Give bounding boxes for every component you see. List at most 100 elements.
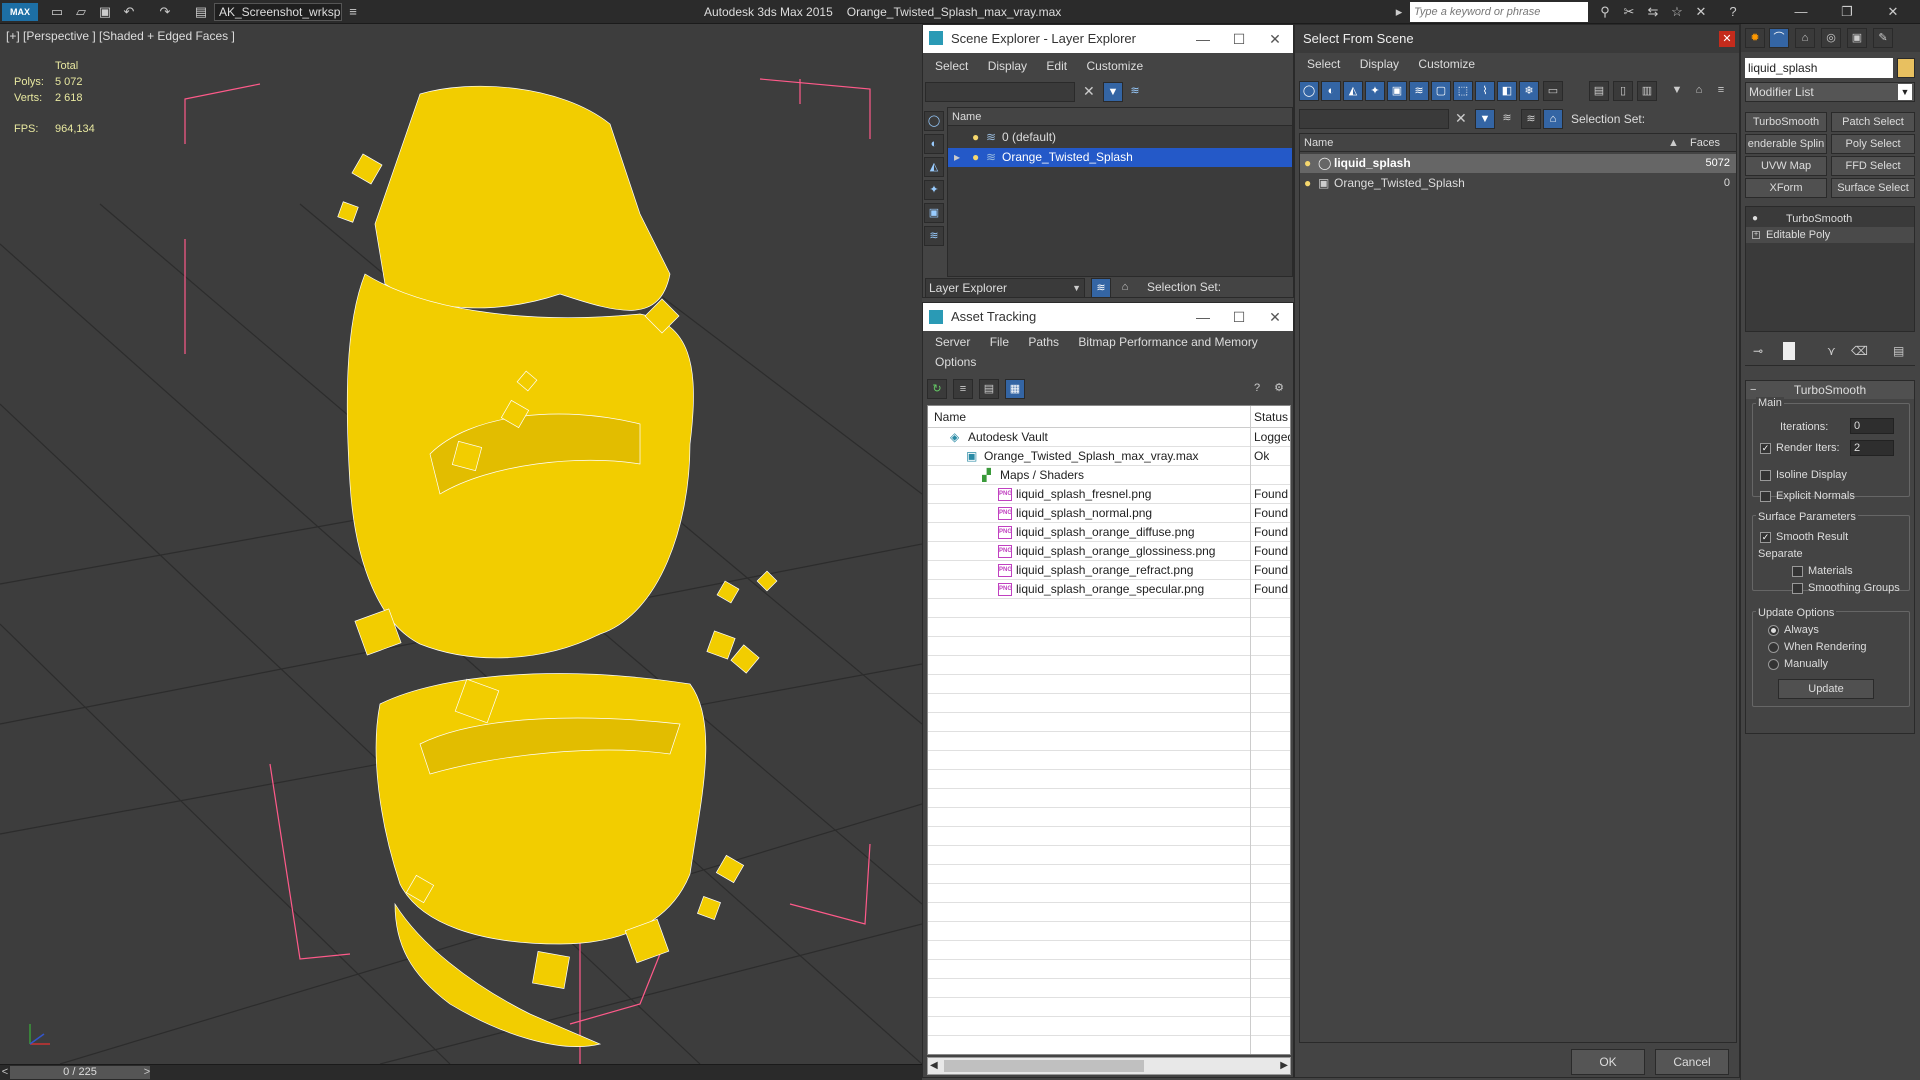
materials-checkbox[interactable] <box>1792 566 1803 577</box>
hierarchy-icon[interactable]: ⌂ <box>1115 278 1135 298</box>
light-bulb-icon[interactable]: ● <box>1304 154 1311 173</box>
time-slider[interactable]: 0 / 225 <box>10 1066 150 1079</box>
asset-horizontal-scrollbar[interactable]: ◀ ▶ <box>927 1057 1291 1075</box>
scroll-thumb[interactable] <box>944 1060 1144 1072</box>
workspace-menu-icon[interactable]: ≡ <box>344 3 362 21</box>
menu-display[interactable]: Display <box>1360 57 1399 71</box>
object-color-swatch[interactable] <box>1897 58 1915 78</box>
asset-row[interactable]: ▞ Maps / Shaders <box>928 466 1290 485</box>
find-input[interactable] <box>925 82 1075 102</box>
asset-row[interactable]: PNG liquid_splash_orange_refract.png Found <box>928 561 1290 580</box>
favorites-icon[interactable]: ☆ <box>1668 3 1686 21</box>
light-bulb-icon[interactable]: ● <box>1304 174 1311 193</box>
iterations-spinner[interactable]: 0 <box>1850 418 1894 434</box>
display-containers-icon[interactable]: ◧ <box>1497 81 1517 101</box>
explicit-normals-checkbox[interactable] <box>1760 491 1771 502</box>
layer-row-orange-twisted-splash[interactable]: ▸ ● ≋ Orange_Twisted_Splash <box>948 148 1292 167</box>
filter-icon[interactable]: ▼ <box>1475 109 1495 129</box>
patch-select-button[interactable]: Patch Select <box>1831 112 1915 132</box>
remove-modifier-icon[interactable]: ⌫ <box>1851 344 1868 358</box>
display-lights-icon[interactable]: ✦ <box>924 180 944 200</box>
layers-icon[interactable]: ≋ <box>1497 109 1517 129</box>
search-input[interactable]: Type a keyword or phrase <box>1410 2 1588 22</box>
exchange-icon[interactable]: ⇆ <box>1644 3 1662 21</box>
light-bulb-icon[interactable]: ● <box>972 128 979 147</box>
col-faces-header[interactable]: Faces <box>1690 134 1720 152</box>
viewport-label[interactable]: [+] [Perspective ] [Shaded + Edged Faces… <box>6 29 235 43</box>
display-cameras-icon[interactable]: ▣ <box>924 203 944 223</box>
display-geometry-icon[interactable]: ◐ <box>924 134 944 154</box>
display-frozen-icon[interactable]: ❄ <box>1519 81 1539 101</box>
asset-row[interactable]: ◈ Autodesk Vault Logged <box>928 428 1290 447</box>
make-unique-icon[interactable]: ⋎ <box>1827 344 1836 358</box>
sort-options-icon[interactable]: ≡ <box>1711 81 1731 101</box>
menu-edit[interactable]: Edit <box>1046 59 1067 73</box>
close-icon[interactable]: ✕ <box>1257 25 1293 53</box>
render-iters-checkbox[interactable]: ✓ <box>1760 443 1771 454</box>
thumbnail-view-icon[interactable]: ▤ <box>979 379 999 399</box>
menu-file[interactable]: File <box>990 335 1009 349</box>
layer-explorer-icon[interactable]: ≋ <box>1521 109 1541 129</box>
display-xrefs-icon[interactable]: ⬚ <box>1453 81 1473 101</box>
xform-button[interactable]: XForm <box>1745 178 1827 198</box>
utilities-tab-icon[interactable]: ✎ <box>1873 28 1893 48</box>
modifier-list-dropdown[interactable]: Modifier List ▼ <box>1745 82 1915 102</box>
object-row-liquid-splash[interactable]: ● ◯ liquid_splash 5072 <box>1300 154 1736 173</box>
object-name-field[interactable]: liquid_splash <box>1745 58 1893 78</box>
menu-select[interactable]: Select <box>935 59 968 73</box>
help-icon[interactable]: ? <box>1247 379 1267 399</box>
menu-select[interactable]: Select <box>1307 57 1340 71</box>
menu-options[interactable]: Options <box>935 355 976 369</box>
isoline-display-checkbox[interactable] <box>1760 470 1771 481</box>
list-view-icon[interactable]: ≡ <box>953 379 973 399</box>
open-file-icon[interactable]: ▱ <box>72 3 90 21</box>
stack-item-turbosmooth[interactable]: ● TurboSmooth <box>1746 211 1914 227</box>
workspace-dropdown[interactable]: AK_Screenshot_wrksp <box>214 3 342 21</box>
display-groups-icon[interactable]: ▢ <box>1431 81 1451 101</box>
scroll-left-icon[interactable]: ◀ <box>930 1058 938 1074</box>
modify-tab-icon[interactable]: ⌒ <box>1769 28 1789 48</box>
display-shapes-icon[interactable]: ◭ <box>924 157 944 177</box>
display-shapes-icon[interactable]: ◐ <box>1321 81 1341 101</box>
display-hidden-icon[interactable]: ▭ <box>1543 81 1563 101</box>
manually-radio[interactable] <box>1768 659 1779 670</box>
undo-icon[interactable]: ↶ <box>120 3 138 21</box>
menu-display[interactable]: Display <box>988 59 1027 73</box>
display-spacewarps-icon[interactable]: ≋ <box>1409 81 1429 101</box>
display-none-icon[interactable]: ▯ <box>1613 81 1633 101</box>
surface-select-button[interactable]: Surface Select <box>1831 178 1915 198</box>
minimize-icon[interactable]: — <box>1792 3 1810 21</box>
motion-tab-icon[interactable]: ◎ <box>1821 28 1841 48</box>
render-iters-spinner[interactable]: 2 <box>1850 440 1894 456</box>
layer-explorer-icon[interactable]: ≋ <box>1091 278 1111 298</box>
menu-server[interactable]: Server <box>935 335 970 349</box>
layer-row-default[interactable]: ● ≋ 0 (default) <box>948 128 1292 147</box>
prev-frame-button[interactable]: < <box>0 1065 10 1080</box>
col-status-header[interactable]: Status <box>1254 406 1288 428</box>
new-file-icon[interactable]: ▭ <box>48 3 66 21</box>
layers-config-icon[interactable]: ≋ <box>1125 82 1145 102</box>
light-bulb-icon[interactable]: ● <box>972 148 979 167</box>
tools-icon[interactable]: ✂ <box>1620 3 1638 21</box>
hierarchy-tab-icon[interactable]: ⌂ <box>1795 28 1815 48</box>
display-invert-icon[interactable]: ▥ <box>1637 81 1657 101</box>
table-view-icon[interactable]: ▦ <box>1005 379 1025 399</box>
display-bones-icon[interactable]: ⌇ <box>1475 81 1495 101</box>
col-name-header[interactable]: Name <box>1304 134 1333 152</box>
display-all-icon[interactable]: ▤ <box>1589 81 1609 101</box>
when-rendering-radio[interactable] <box>1768 642 1779 653</box>
minimize-icon[interactable]: — <box>1185 303 1221 331</box>
menu-paths[interactable]: Paths <box>1028 335 1059 349</box>
scroll-right-icon[interactable]: ▶ <box>1280 1058 1288 1074</box>
cancel-button[interactable]: Cancel <box>1655 1049 1729 1075</box>
clear-filter-icon[interactable]: ✕ <box>1083 83 1095 100</box>
light-bulb-icon[interactable]: ● <box>1752 211 1758 227</box>
project-folder-icon[interactable]: ▤ <box>192 3 210 21</box>
menu-customize[interactable]: Customize <box>1086 59 1143 73</box>
settings-icon[interactable]: ⚙ <box>1269 379 1289 399</box>
redo-icon[interactable]: ↷ <box>156 3 174 21</box>
find-input[interactable] <box>1299 109 1449 129</box>
hierarchy-filter-icon[interactable]: ⌂ <box>1689 81 1709 101</box>
col-name-header[interactable]: Name <box>934 406 966 428</box>
search-arrow-icon[interactable]: ▸ <box>1390 3 1408 21</box>
